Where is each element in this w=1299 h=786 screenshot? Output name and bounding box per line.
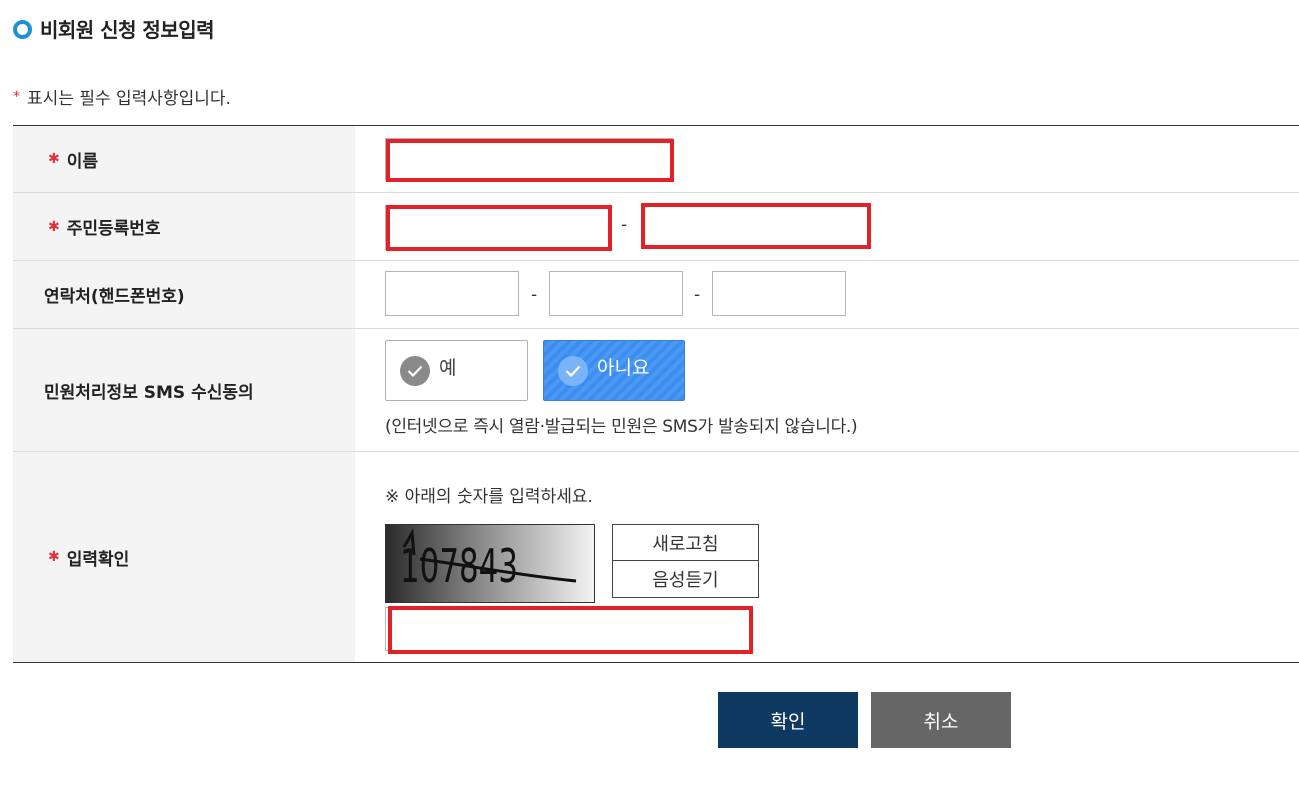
required-star-icon: ✱ <box>48 549 60 565</box>
sms-note: (인터넷으로 즉시 열람·발급되는 민원은 SMS가 발송되지 않습니다.) <box>385 417 858 437</box>
phone-separator-1: - <box>531 285 538 305</box>
captcha-input-highlight <box>388 606 753 654</box>
captcha-image: 107843 <box>385 524 595 603</box>
label-cell-phone: 연락처(핸드폰번호) <box>13 261 355 328</box>
input-cell-captcha: ※ 아래의 숫자를 입력하세요. 107843 새로고침 음성듣기 <box>355 452 1299 662</box>
rrn-separator: - <box>621 215 628 235</box>
row-phone: 연락처(핸드폰번호) - - <box>13 261 1299 329</box>
phone-separator-2: - <box>694 285 701 305</box>
sms-no-option[interactable]: 아니요 <box>543 340 685 401</box>
sms-label: 민원처리정보 SMS 수신동의 <box>44 382 254 403</box>
label-cell-captcha: ✱ 입력확인 <box>13 452 355 662</box>
check-icon <box>400 355 430 386</box>
required-star-icon: * <box>13 88 20 105</box>
captcha-audio-button[interactable]: 음성듣기 <box>612 560 759 598</box>
name-label: 이름 <box>66 151 99 172</box>
rrn-front-highlight <box>386 205 612 251</box>
row-rrn: ✱ 주민등록번호 - <box>13 193 1299 261</box>
required-star-icon: ✱ <box>48 151 60 167</box>
phone-part2-input[interactable] <box>549 271 683 316</box>
page-title: 비회원 신청 정보입력 <box>40 18 215 42</box>
row-captcha: ✱ 입력확인 ※ 아래의 숫자를 입력하세요. 107843 새로고침 음성듣기 <box>13 452 1299 662</box>
sms-no-label: 아니요 <box>597 357 650 379</box>
required-note-text: 표시는 필수 입력사항입니다. <box>27 89 231 109</box>
input-cell-phone: - - <box>355 261 1299 328</box>
phone-part1-input[interactable] <box>385 271 519 316</box>
captcha-refresh-button[interactable]: 새로고침 <box>612 524 759 561</box>
row-sms-consent: 민원처리정보 SMS 수신동의 예 아니요 (인터넷으로 즉시 열람·발급되는 … <box>13 329 1299 452</box>
required-note: * 표시는 필수 입력사항입니다. <box>13 84 231 110</box>
circle-bullet-icon <box>13 19 32 39</box>
input-cell-sms: 예 아니요 (인터넷으로 즉시 열람·발급되는 민원은 SMS가 발송되지 않습… <box>355 329 1299 451</box>
captcha-instruction: ※ 아래의 숫자를 입력하세요. <box>385 487 593 507</box>
page-header: 비회원 신청 정보입력 <box>13 14 215 43</box>
label-cell-rrn: ✱ 주민등록번호 <box>13 193 355 260</box>
phone-label: 연락처(핸드폰번호) <box>44 287 185 307</box>
input-cell-rrn: - <box>355 193 1299 260</box>
applicant-form: ✱ 이름 ✱ 주민등록번호 - 연락처(핸드폰번호) - - 민원처리정보 SM… <box>13 125 1299 663</box>
check-icon <box>558 355 588 386</box>
captcha-label: 입력확인 <box>66 549 130 570</box>
label-cell-name: ✱ 이름 <box>13 126 355 192</box>
label-cell-sms: 민원처리정보 SMS 수신동의 <box>13 329 355 451</box>
rrn-label: 주민등록번호 <box>66 219 161 239</box>
phone-part3-input[interactable] <box>712 271 846 316</box>
sms-yes-label: 예 <box>439 357 457 379</box>
input-cell-name <box>355 126 1299 192</box>
confirm-button[interactable]: 확인 <box>718 692 858 748</box>
name-input-highlight <box>386 139 674 182</box>
cancel-button[interactable]: 취소 <box>871 692 1011 748</box>
required-star-icon: ✱ <box>48 218 60 235</box>
sms-yes-option[interactable]: 예 <box>385 340 528 401</box>
rrn-back-highlight <box>641 203 871 249</box>
row-name: ✱ 이름 <box>13 126 1299 193</box>
